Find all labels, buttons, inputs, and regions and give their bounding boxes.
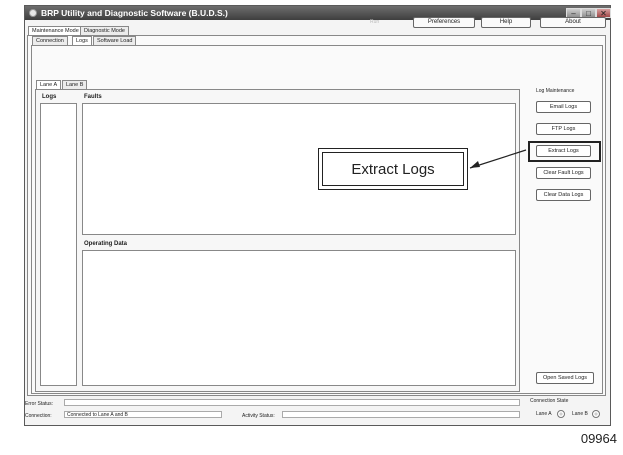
faults-heading: Faults: [84, 94, 102, 100]
run-label: Run: [370, 19, 380, 25]
logs-heading: Logs: [42, 94, 57, 100]
tab-logs[interactable]: Logs: [72, 36, 92, 45]
callout-box: Extract Logs: [318, 148, 468, 190]
operating-data-heading: Operating Data: [84, 241, 128, 247]
lane-b-state-label: Lane B: [572, 411, 588, 417]
connection-state-label: Connection State: [530, 398, 569, 404]
connection-label: Connection:: [25, 413, 52, 419]
lane-b-indicator: [592, 410, 600, 418]
ftp-logs-button[interactable]: FTP Logs: [536, 123, 591, 135]
open-saved-logs-button[interactable]: Open Saved Logs: [536, 372, 594, 384]
tab-maintenance-mode[interactable]: Maintenance Mode: [28, 26, 83, 35]
tab-lane-b[interactable]: Lane B: [62, 80, 88, 89]
log-maintenance-label: Log Maintenance: [536, 88, 575, 94]
window-title: BRP Utility and Diagnostic Software (B.U…: [41, 8, 228, 18]
connection-field: Connected to Lane A and B: [64, 411, 222, 418]
app-logo-icon: [29, 9, 37, 17]
error-status-field: [64, 399, 520, 406]
callout-arrow-icon: [469, 149, 527, 169]
preferences-button[interactable]: Preferences: [413, 17, 475, 28]
tab-connection[interactable]: Connection: [32, 36, 68, 45]
logs-list[interactable]: [40, 103, 77, 386]
clear-fault-logs-button[interactable]: Clear Fault Logs: [536, 167, 591, 179]
figure-number: 09964: [580, 431, 617, 446]
extract-logs-highlight: [528, 141, 601, 162]
help-button[interactable]: Help: [481, 17, 531, 28]
activity-status-label: Activity Status:: [242, 413, 275, 419]
activity-status-field: [282, 411, 520, 418]
tab-lane-a[interactable]: Lane A: [36, 80, 62, 89]
clear-data-logs-button[interactable]: Clear Data Logs: [536, 189, 591, 201]
email-logs-button[interactable]: Email Logs: [536, 101, 591, 113]
lane-a-state-label: Lane A: [536, 411, 552, 417]
lane-a-indicator: [557, 410, 565, 418]
callout-text: Extract Logs: [322, 152, 464, 186]
tab-software-load[interactable]: Software Load: [93, 36, 137, 45]
error-status-label: Error Status:: [25, 401, 54, 407]
about-button[interactable]: About: [540, 17, 606, 28]
operating-data-table[interactable]: [82, 250, 516, 386]
tab-diagnostic-mode[interactable]: Diagnostic Mode: [80, 26, 129, 35]
